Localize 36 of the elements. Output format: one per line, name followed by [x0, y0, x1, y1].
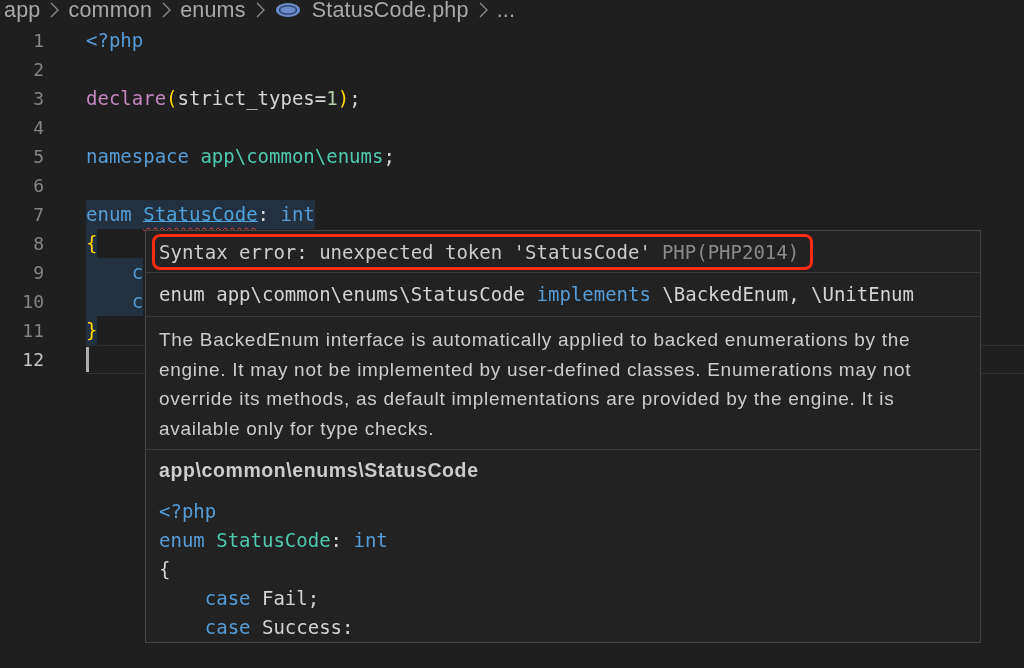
- symbol-heading: app\common\enums\StatusCode: [159, 458, 479, 483]
- breadcrumb-link[interactable]: app: [4, 0, 41, 21]
- code-line: case Fail;: [203, 586, 320, 611]
- line-number: 4: [32, 116, 44, 140]
- chevron-right-icon: [50, 1, 60, 18]
- line-number: 12: [21, 348, 44, 372]
- breadcrumb-link[interactable]: common: [68, 0, 153, 21]
- line-number: 9: [32, 261, 44, 285]
- breadcrumb-link[interactable]: enums: [180, 0, 246, 21]
- line-number: 6: [32, 174, 44, 198]
- line-number: 2: [32, 58, 44, 82]
- line-number: 3: [32, 87, 44, 111]
- line-number: 1: [32, 29, 44, 53]
- code-line: <?php: [86, 28, 144, 53]
- code-line: {: [159, 557, 171, 582]
- code-line: declare(strict_types=1);: [86, 86, 361, 112]
- line-number: 10: [21, 290, 44, 314]
- breadcrumb-link[interactable]: StatusCode.php: [311, 0, 469, 21]
- line-number: 11: [21, 319, 44, 343]
- text-caret-icon: [86, 347, 89, 372]
- code-line: case Success:: [203, 615, 354, 640]
- code-line: namespace app\common\enums;: [86, 144, 395, 169]
- breadcrumb-link[interactable]: ...: [496, 0, 516, 21]
- line-number: 7: [32, 203, 44, 227]
- line-number: 8: [32, 232, 44, 256]
- description-text: The BackedEnum interface is automatically applied to backed enumerations by the engine. It may not be implemented by user-defined classes. Enumerations may not override its methods, as default implementations are provided by the engine. It is available only for type checks.: [159, 328, 913, 441]
- line-number: 5: [32, 145, 44, 169]
- chevron-right-icon: [255, 1, 265, 18]
- code-line: <?php: [159, 499, 217, 524]
- error-message: Syntax error: unexpected token 'StatusCode': [159, 239, 651, 265]
- type-signature: enum app\common\enums\StatusCode implements \BackedEnum, \UnitEnum: [159, 282, 914, 307]
- chevron-right-icon: [162, 1, 172, 18]
- error-source: PHP(PHP2014): [661, 239, 800, 265]
- chevron-right-icon: [478, 1, 488, 18]
- file-type-icon: [275, 2, 300, 17]
- code-line: enum StatusCode: int: [159, 528, 388, 553]
